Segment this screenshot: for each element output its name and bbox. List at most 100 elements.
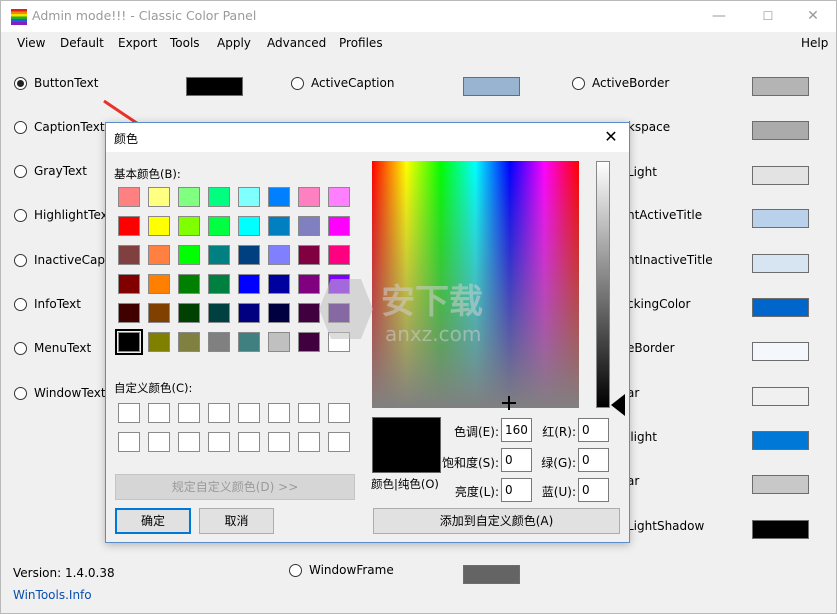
dialog-close-button[interactable]: ✕ bbox=[599, 126, 623, 148]
basic-color-cell[interactable] bbox=[208, 216, 230, 236]
crosshair-icon[interactable] bbox=[502, 396, 516, 410]
custom-color-cell[interactable] bbox=[178, 403, 200, 423]
basic-color-cell[interactable] bbox=[328, 245, 350, 265]
basic-color-cell[interactable] bbox=[298, 245, 320, 265]
radio-button[interactable] bbox=[14, 387, 27, 400]
basic-color-cell[interactable] bbox=[148, 216, 170, 236]
menu-profiles[interactable]: Profiles bbox=[339, 36, 383, 50]
radio-button[interactable] bbox=[14, 342, 27, 355]
basic-color-cell[interactable] bbox=[238, 187, 260, 207]
menu-tools[interactable]: Tools bbox=[170, 36, 200, 50]
basic-color-cell[interactable] bbox=[208, 332, 230, 352]
color-swatch[interactable] bbox=[752, 166, 809, 185]
basic-color-cell[interactable] bbox=[268, 216, 290, 236]
sat-input[interactable]: 0 bbox=[501, 448, 532, 472]
basic-color-cell[interactable] bbox=[328, 216, 350, 236]
menu-export[interactable]: Export bbox=[118, 36, 157, 50]
hue-input[interactable]: 160 bbox=[501, 418, 532, 442]
color-item-6[interactable]: MenuText bbox=[14, 340, 114, 358]
luminance-slider[interactable] bbox=[596, 161, 610, 408]
color-item-windowframe[interactable]: WindowFrame bbox=[289, 562, 449, 580]
basic-color-cell[interactable] bbox=[148, 332, 170, 352]
custom-color-cell[interactable] bbox=[148, 403, 170, 423]
maximize-button[interactable]: ☐ bbox=[745, 1, 791, 32]
basic-color-cell[interactable] bbox=[118, 274, 140, 294]
basic-color-cell[interactable] bbox=[148, 245, 170, 265]
radio-button[interactable] bbox=[14, 209, 27, 222]
color-item-4[interactable]: InactiveCaptio bbox=[14, 252, 120, 270]
basic-color-cell[interactable] bbox=[115, 329, 143, 355]
basic-color-cell[interactable] bbox=[268, 245, 290, 265]
basic-color-cell[interactable] bbox=[148, 274, 170, 294]
color-item-3[interactable]: HighlightText bbox=[14, 207, 114, 225]
basic-color-cell[interactable] bbox=[208, 303, 230, 323]
color-swatch[interactable] bbox=[752, 209, 809, 228]
basic-color-cell[interactable] bbox=[298, 187, 320, 207]
basic-color-cell[interactable] bbox=[328, 187, 350, 207]
lum-input[interactable]: 0 bbox=[501, 478, 532, 502]
basic-color-cell[interactable] bbox=[268, 332, 290, 352]
custom-color-cell[interactable] bbox=[268, 432, 290, 452]
color-swatch[interactable] bbox=[752, 342, 809, 361]
color-swatch[interactable] bbox=[752, 77, 809, 96]
basic-color-cell[interactable] bbox=[178, 245, 200, 265]
basic-color-cell[interactable] bbox=[178, 216, 200, 236]
custom-color-cell[interactable] bbox=[328, 403, 350, 423]
basic-color-cell[interactable] bbox=[178, 303, 200, 323]
radio-button[interactable] bbox=[289, 564, 302, 577]
basic-color-cell[interactable] bbox=[268, 303, 290, 323]
menu-apply[interactable]: Apply bbox=[217, 36, 251, 50]
basic-color-cell[interactable] bbox=[238, 274, 260, 294]
basic-color-cell[interactable] bbox=[178, 187, 200, 207]
luminance-pointer-icon[interactable] bbox=[611, 394, 625, 416]
radio-button[interactable] bbox=[14, 254, 27, 267]
radio-button[interactable] bbox=[291, 77, 304, 90]
custom-color-cell[interactable] bbox=[118, 432, 140, 452]
color-swatch[interactable] bbox=[752, 254, 809, 273]
blue-input[interactable]: 0 bbox=[578, 478, 609, 502]
add-custom-color-button[interactable]: 添加到自定义颜色(A) bbox=[373, 508, 620, 534]
color-item-activecaption[interactable]: ActiveCaption bbox=[291, 75, 451, 93]
basic-color-cell[interactable] bbox=[118, 187, 140, 207]
basic-color-cell[interactable] bbox=[238, 332, 260, 352]
basic-color-cell[interactable] bbox=[238, 245, 260, 265]
custom-color-cell[interactable] bbox=[208, 403, 230, 423]
cancel-button[interactable]: 取消 bbox=[199, 508, 274, 534]
radio-button[interactable] bbox=[14, 77, 27, 90]
color-swatch[interactable] bbox=[752, 121, 809, 140]
color-swatch[interactable] bbox=[752, 298, 809, 317]
radio-button[interactable] bbox=[14, 121, 27, 134]
custom-color-cell[interactable] bbox=[118, 403, 140, 423]
color-item-5[interactable]: InfoText bbox=[14, 296, 114, 314]
ok-button[interactable]: 确定 bbox=[115, 508, 191, 534]
activecaption-swatch[interactable] bbox=[463, 77, 520, 96]
color-swatch[interactable] bbox=[752, 475, 809, 494]
custom-color-cell[interactable] bbox=[238, 403, 260, 423]
basic-color-cell[interactable] bbox=[238, 303, 260, 323]
basic-color-cell[interactable] bbox=[118, 216, 140, 236]
minimize-button[interactable]: — bbox=[696, 1, 742, 32]
menu-default[interactable]: Default bbox=[60, 36, 104, 50]
radio-button[interactable] bbox=[14, 165, 27, 178]
green-input[interactable]: 0 bbox=[578, 448, 609, 472]
basic-color-cell[interactable] bbox=[208, 245, 230, 265]
basic-color-cell[interactable] bbox=[178, 332, 200, 352]
basic-color-cell[interactable] bbox=[148, 187, 170, 207]
custom-color-cell[interactable] bbox=[178, 432, 200, 452]
basic-color-cell[interactable] bbox=[208, 187, 230, 207]
custom-color-cell[interactable] bbox=[298, 432, 320, 452]
basic-color-cell[interactable] bbox=[178, 274, 200, 294]
basic-color-cell[interactable] bbox=[298, 216, 320, 236]
red-input[interactable]: 0 bbox=[578, 418, 609, 442]
wintools-link[interactable]: WinTools.Info bbox=[13, 588, 92, 602]
define-custom-colors-button[interactable]: 规定自定义颜色(D) >> bbox=[115, 474, 355, 500]
color-swatch[interactable] bbox=[752, 431, 809, 450]
windowframe-swatch[interactable] bbox=[463, 565, 520, 584]
radio-button[interactable] bbox=[572, 77, 585, 90]
color-item-activeborder[interactable]: ActiveBorder bbox=[572, 75, 732, 93]
basic-color-cell[interactable] bbox=[118, 303, 140, 323]
custom-color-cell[interactable] bbox=[298, 403, 320, 423]
menu-help[interactable]: Help bbox=[801, 36, 828, 50]
basic-color-cell[interactable] bbox=[238, 216, 260, 236]
custom-color-cell[interactable] bbox=[208, 432, 230, 452]
